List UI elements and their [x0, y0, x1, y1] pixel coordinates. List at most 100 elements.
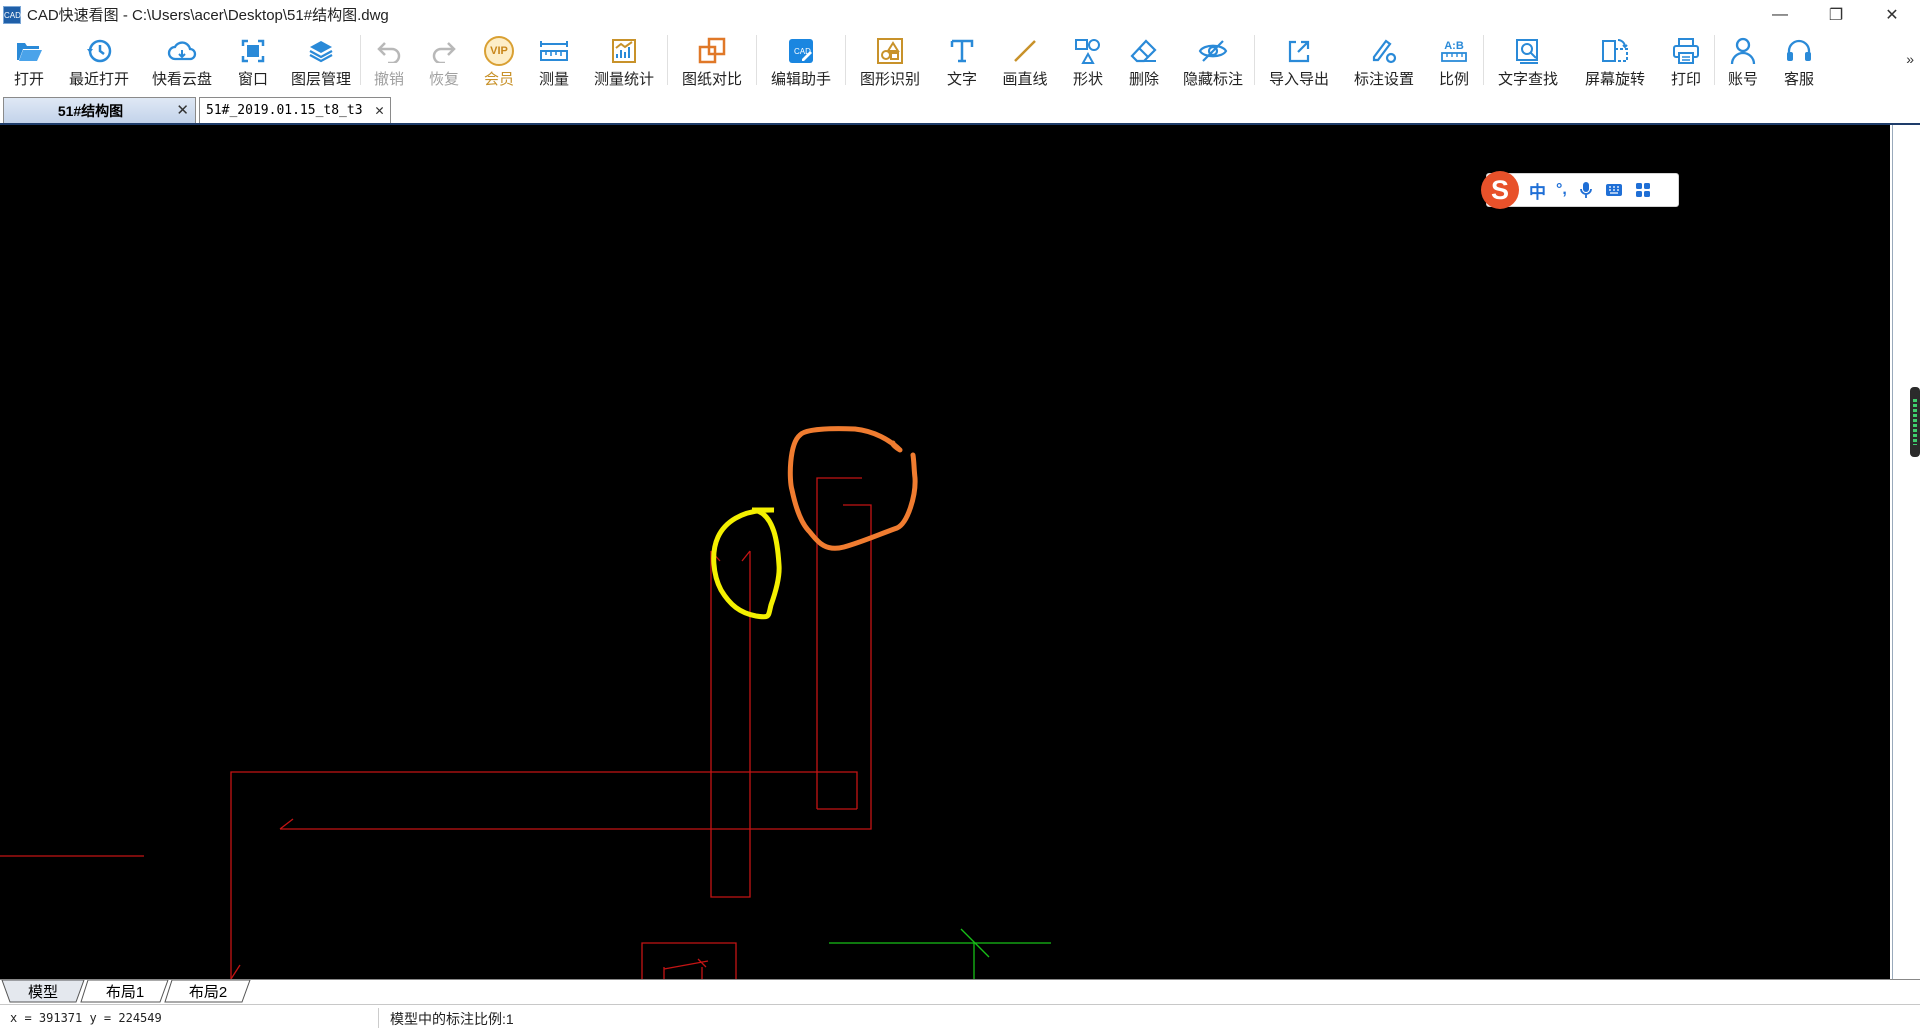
shape-button[interactable]: 形状 [1060, 29, 1116, 90]
title-bar: CAD CAD快速看图 - C:\Users\acer\Desktop\51#结… [0, 0, 1920, 29]
orange-highlight-annotation [787, 426, 918, 551]
redo-arrow-icon [429, 36, 459, 66]
beam-inner-outline [279, 504, 872, 830]
eye-hidden-icon [1198, 36, 1228, 66]
screen-rotate-button[interactable]: 屏幕旋转 [1572, 29, 1658, 90]
scrollbar-handle[interactable] [1910, 387, 1920, 457]
window-frame-icon [238, 36, 268, 66]
layer-manager-button[interactable]: 图层管理 [282, 29, 360, 90]
annotation-settings-button[interactable]: 标注设置 [1343, 29, 1425, 90]
print-button[interactable]: 打印 [1658, 29, 1714, 90]
sogou-logo-icon[interactable]: S [1481, 171, 1519, 209]
ime-mode-indicator[interactable]: 中 [1529, 178, 1546, 203]
shape-recognition-icon [875, 36, 905, 66]
cad-viewer-app: CAD CAD快速看图 - C:\Users\acer\Desktop\51#结… [0, 0, 1920, 1030]
user-icon [1728, 36, 1758, 66]
history-clock-icon [84, 36, 114, 66]
tab-second-drawing[interactable]: 51#_2019.01.15_t8_t3 ✕ [199, 97, 391, 123]
vip-member-button[interactable]: VIP 会员 [471, 29, 527, 90]
customer-service-button[interactable]: 客服 [1771, 29, 1827, 90]
folder-open-icon [14, 36, 44, 66]
import-export-button[interactable]: 导入导出 [1255, 29, 1343, 90]
tab-model[interactable]: 模型 [0, 980, 86, 1003]
edit-helper-button[interactable]: CAD 编辑助手 [757, 29, 845, 90]
ratio-button[interactable]: A:B 比例 [1425, 29, 1483, 90]
restore-button[interactable]: ❐ [1808, 0, 1864, 29]
column-left-hooks [710, 550, 751, 562]
vertical-scrollbar[interactable] [1890, 125, 1920, 979]
status-bar: x = 391371 y = 224549 模型中的标注比例:1 [0, 1004, 1920, 1030]
text-button[interactable]: 文字 [934, 29, 990, 90]
beam-outline [230, 771, 858, 979]
tab-layout-2[interactable]: 布局2 [164, 980, 252, 1003]
scrollbar-track [1892, 125, 1893, 979]
foundation-detail [663, 958, 709, 979]
ime-punctuation-indicator[interactable]: °, [1556, 181, 1567, 199]
drawing-canvas[interactable]: S 中 °, [0, 125, 1890, 979]
undo-arrow-icon [374, 36, 404, 66]
cloud-drive-button[interactable]: 快看云盘 [140, 29, 224, 90]
recent-open-button[interactable]: 最近打开 [58, 29, 140, 90]
axis-marker [829, 928, 1051, 979]
text-t-icon [947, 36, 977, 66]
compare-squares-icon [697, 36, 727, 66]
cad-edit-icon: CAD [786, 36, 816, 66]
eraser-icon [1129, 36, 1159, 66]
draw-line-button[interactable]: 画直线 [990, 29, 1060, 90]
window-title: CAD快速看图 - C:\Users\acer\Desktop\51#结构图.d… [27, 7, 389, 24]
layout-tab-bar: 模型 布局1 布局2 [0, 979, 1920, 1004]
ime-toolbar[interactable]: S 中 °, [1481, 171, 1679, 209]
minimize-button[interactable]: — [1752, 0, 1808, 29]
toolbar: 打开 最近打开 快看云盘 窗口 图层管理 撤销 恢复 VIP 会员 测量 测量统… [0, 29, 1920, 90]
window-controls: — ❐ ✕ [1752, 0, 1920, 29]
stats-chart-icon [609, 36, 639, 66]
tab-label: 51#_2019.01.15_t8_t3 [206, 103, 363, 118]
shapes-icon [1073, 36, 1103, 66]
export-icon [1284, 36, 1314, 66]
beam-corner-tick [230, 964, 241, 979]
column-right-outline [816, 477, 862, 809]
tab-close-icon[interactable]: ✕ [176, 101, 189, 119]
drawing-compare-button[interactable]: 图纸对比 [668, 29, 756, 90]
account-button[interactable]: 账号 [1715, 29, 1771, 90]
ruler-icon [539, 36, 569, 66]
annotation-scale-status: 模型中的标注比例:1 [390, 1011, 514, 1027]
keyboard-icon[interactable] [1605, 183, 1623, 197]
undo-button[interactable]: 撤销 [361, 29, 417, 90]
measure-stats-button[interactable]: 测量统计 [581, 29, 667, 90]
line-icon [1010, 36, 1040, 66]
tab-close-icon[interactable]: ✕ [375, 101, 384, 119]
foundation-box [641, 942, 737, 979]
layers-icon [306, 36, 336, 66]
app-logo-icon: CAD [3, 5, 21, 24]
cloud-icon [167, 36, 197, 66]
hide-annotation-button[interactable]: 隐藏标注 [1172, 29, 1254, 90]
shape-recognition-button[interactable]: 图形识别 [846, 29, 934, 90]
status-separator [378, 1008, 379, 1028]
headset-icon [1784, 36, 1814, 66]
text-search-button[interactable]: 文字查找 [1484, 29, 1572, 90]
microphone-icon[interactable] [1579, 181, 1593, 199]
ratio-icon: A:B [1439, 36, 1469, 66]
measure-button[interactable]: 测量 [527, 29, 581, 90]
yellow-highlight-annotation [711, 507, 782, 620]
cursor-coordinates: x = 391371 y = 224549 [10, 1011, 162, 1025]
toolbar-more-button[interactable]: » [1906, 51, 1914, 67]
close-button[interactable]: ✕ [1864, 0, 1920, 29]
pen-gear-icon [1369, 36, 1399, 66]
toolbox-grid-icon[interactable] [1635, 182, 1651, 198]
tab-label: 51#结构图 [57, 102, 124, 119]
open-button[interactable]: 打开 [0, 29, 58, 90]
vip-badge-icon: VIP [484, 36, 514, 66]
rotate-screen-icon [1600, 36, 1630, 66]
structural-lines [0, 477, 872, 979]
delete-button[interactable]: 删除 [1116, 29, 1172, 90]
printer-icon [1671, 36, 1701, 66]
redo-button[interactable]: 恢复 [417, 29, 471, 90]
cad-drawing[interactable] [0, 125, 1890, 979]
tab-structure-drawing[interactable]: 51#结构图 ✕ [3, 97, 196, 123]
window-button[interactable]: 窗口 [224, 29, 282, 90]
document-tab-bar: 51#结构图 ✕ 51#_2019.01.15_t8_t3 ✕ [0, 90, 1920, 125]
tab-layout-1[interactable]: 布局1 [80, 980, 170, 1003]
search-document-icon [1513, 36, 1543, 66]
